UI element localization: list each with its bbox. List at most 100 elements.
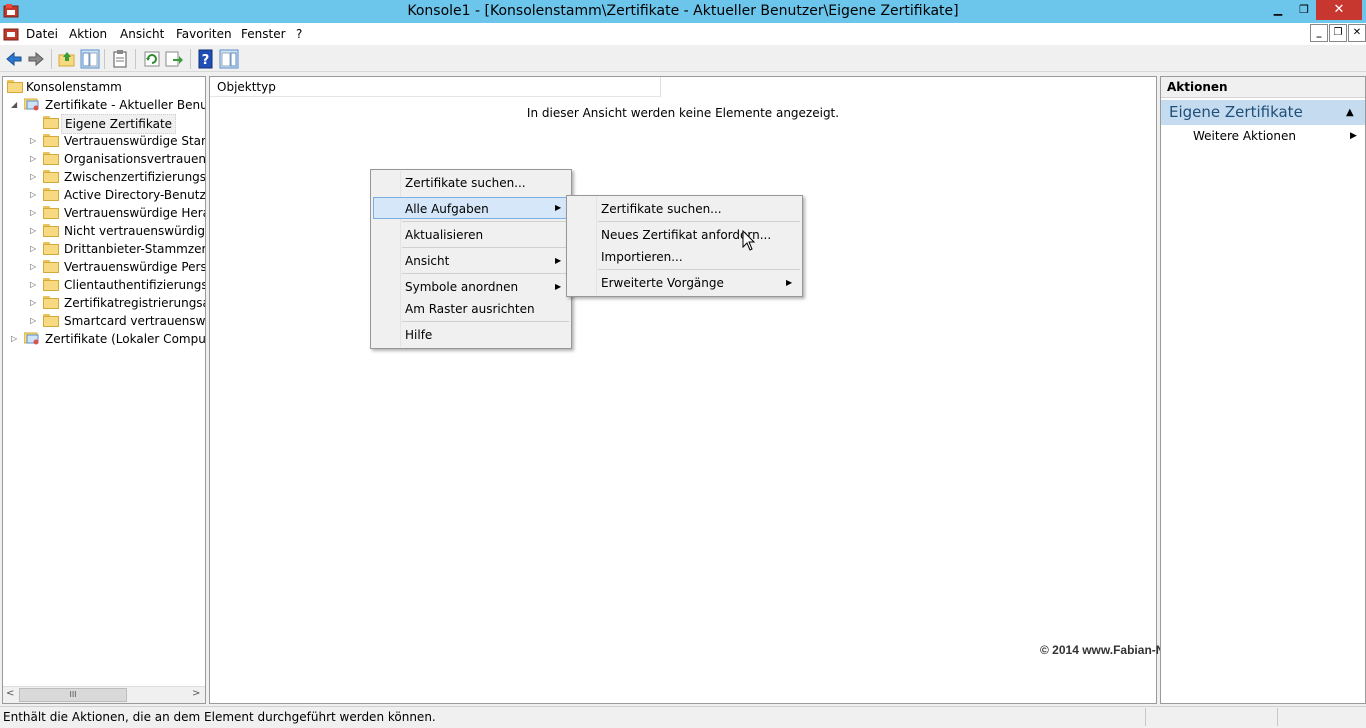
tree-item-label: Drittanbieter-Stammzertifizierungsstelle…: [64, 242, 206, 256]
toolbar-separator: [135, 49, 136, 69]
tree-item-label: Zertifikate (Lokaler Computer): [45, 332, 206, 346]
tree-item-label: Vertrauenswürdige Stammzertifizierungsst…: [64, 134, 205, 148]
menu-item-erweiterte-vorgaenge[interactable]: Erweiterte Vorgänge: [601, 272, 797, 294]
folder-icon: [7, 80, 23, 93]
tree-item-label: Zertifikate - Aktueller Benutzer: [45, 98, 206, 112]
tree-item-label: Eigene Zertifikate: [61, 114, 177, 134]
folder-icon: [43, 242, 59, 255]
menu-separator: [402, 321, 569, 322]
folder-icon: [43, 296, 59, 309]
menu-aktion[interactable]: Aktion: [63, 23, 113, 45]
folder-icon: [43, 278, 59, 291]
folder-icon: [43, 224, 59, 237]
menu-separator: [402, 247, 569, 248]
close-button[interactable]: ✕: [1316, 0, 1362, 20]
scroll-right-arrow[interactable]: >: [192, 688, 200, 700]
menu-gutter: [596, 197, 597, 295]
expand-icon[interactable]: ▷: [30, 204, 40, 222]
menu-item-zertifikate-suchen[interactable]: Zertifikate suchen...: [405, 172, 567, 194]
actions-title: Aktionen: [1167, 80, 1228, 94]
scrollbar-thumb[interactable]: III: [19, 688, 127, 702]
tree-item-label: Active Directory-Benutzerobjekt: [64, 188, 206, 202]
certificate-snapin-icon: [24, 332, 39, 345]
certificate-snapin-icon: [24, 98, 39, 111]
expand-icon[interactable]: ▷: [30, 258, 40, 276]
menu-item-zertifikate-suchen[interactable]: Zertifikate suchen...: [601, 198, 797, 220]
menu-item-symbole-anordnen[interactable]: Symbole anordnen: [405, 276, 567, 298]
tree-item-label: Zertifikatregistrierungsanforderungen: [64, 296, 205, 310]
expand-icon[interactable]: ▷: [30, 168, 40, 186]
menu-item-importieren[interactable]: Importieren...: [601, 246, 797, 268]
menu-fenster[interactable]: Fenster: [235, 23, 292, 45]
up-folder-icon[interactable]: [57, 49, 77, 69]
tree-item-label: Smartcard vertrauenswürdige Stämme: [64, 314, 206, 328]
menu-item-hilfe[interactable]: Hilfe: [405, 324, 567, 346]
minimize-button[interactable]: ▁: [1264, 0, 1292, 20]
scroll-left-arrow[interactable]: <: [6, 688, 14, 700]
submenu-alle-aufgaben: Zertifikate suchen... Neues Zertifikat a…: [566, 195, 803, 297]
collapse-arrow-icon[interactable]: ▲: [1346, 100, 1354, 125]
menu-separator: [402, 221, 569, 222]
show-hide-action-pane-icon[interactable]: [219, 49, 239, 69]
back-icon[interactable]: [4, 49, 24, 69]
export-list-icon[interactable]: [164, 49, 184, 69]
menu-datei[interactable]: Datei: [20, 23, 64, 45]
menu-item-ansicht[interactable]: Ansicht: [405, 250, 567, 272]
expand-icon[interactable]: ▷: [30, 150, 40, 168]
submenu-arrow-icon: ▶: [555, 256, 562, 265]
show-hide-tree-icon[interactable]: [80, 49, 100, 69]
menu-favoriten[interactable]: Favoriten: [170, 23, 238, 45]
toolbar-separator: [190, 49, 191, 69]
tree-item-label: Zwischenzertifizierungsstellen: [64, 170, 206, 184]
folder-icon: [43, 314, 59, 327]
menu-item-neues-zertifikat-anfordern[interactable]: Neues Zertifikat anfordern...: [601, 224, 797, 246]
folder-icon: [43, 170, 59, 183]
expand-icon[interactable]: ▷: [30, 312, 40, 330]
window-title: Konsole1 - [Konsolenstamm\Zertifikate - …: [407, 3, 959, 19]
document-icon[interactable]: [3, 26, 19, 42]
child-restore-button[interactable]: ❐: [1329, 24, 1347, 42]
mouse-cursor-icon: [742, 230, 756, 251]
result-pane[interactable]: [209, 76, 1157, 704]
actions-pane: [1160, 76, 1366, 704]
folder-icon: [43, 188, 59, 201]
column-header[interactable]: [210, 77, 661, 97]
console-tree[interactable]: Konsolenstamm ◢ Zertifikate - Aktueller …: [2, 76, 206, 704]
expand-icon[interactable]: ▷: [30, 294, 40, 312]
expand-icon[interactable]: ▷: [30, 240, 40, 258]
more-actions-link[interactable]: Weitere Aktionen: [1193, 127, 1296, 145]
submenu-arrow-icon: ▶: [555, 203, 562, 212]
collapse-icon[interactable]: ◢: [11, 96, 21, 114]
child-minimize-button[interactable]: _: [1310, 24, 1328, 42]
properties-icon[interactable]: [110, 49, 130, 69]
expand-icon[interactable]: ▷: [30, 276, 40, 294]
status-separator: [1145, 708, 1146, 726]
menu-separator: [598, 221, 800, 222]
tree-item-label: Konsolenstamm: [26, 80, 122, 94]
status-text: Enthält die Aktionen, die an dem Element…: [3, 710, 436, 724]
refresh-icon[interactable]: [142, 49, 162, 69]
expand-icon[interactable]: ▷: [11, 330, 21, 348]
folder-icon: [43, 116, 59, 129]
forward-icon[interactable]: [26, 49, 46, 69]
menu-item-am-raster-ausrichten[interactable]: Am Raster ausrichten: [405, 298, 567, 320]
column-header-label: Objekttyp: [217, 80, 276, 94]
restore-button[interactable]: ❐: [1290, 0, 1318, 20]
folder-icon: [43, 152, 59, 165]
tree-item-label: Clientauthentifizierungsaussteller: [64, 278, 205, 292]
menu-help[interactable]: ?: [290, 23, 308, 45]
empty-view-message: In dieser Ansicht werden keine Elemente …: [526, 106, 840, 120]
submenu-arrow-icon: ▶: [555, 282, 562, 291]
tree-item-label: Nicht vertrauenswürdige Zertifikate: [64, 224, 206, 238]
menu-item-aktualisieren[interactable]: Aktualisieren: [405, 224, 567, 246]
child-close-button[interactable]: ✕: [1348, 24, 1366, 42]
menu-ansicht[interactable]: Ansicht: [114, 23, 170, 45]
expand-icon[interactable]: ▷: [30, 222, 40, 240]
expand-icon[interactable]: ▷: [30, 186, 40, 204]
menu-item-alle-aufgaben[interactable]: Alle Aufgaben: [373, 197, 569, 219]
svg-text:?: ?: [202, 53, 210, 68]
tree-item-label: Organisationsvertrauen: [64, 152, 206, 166]
submenu-arrow-icon: ▶: [786, 278, 793, 287]
help-icon[interactable]: ?: [196, 49, 216, 69]
expand-icon[interactable]: ▷: [30, 132, 40, 150]
